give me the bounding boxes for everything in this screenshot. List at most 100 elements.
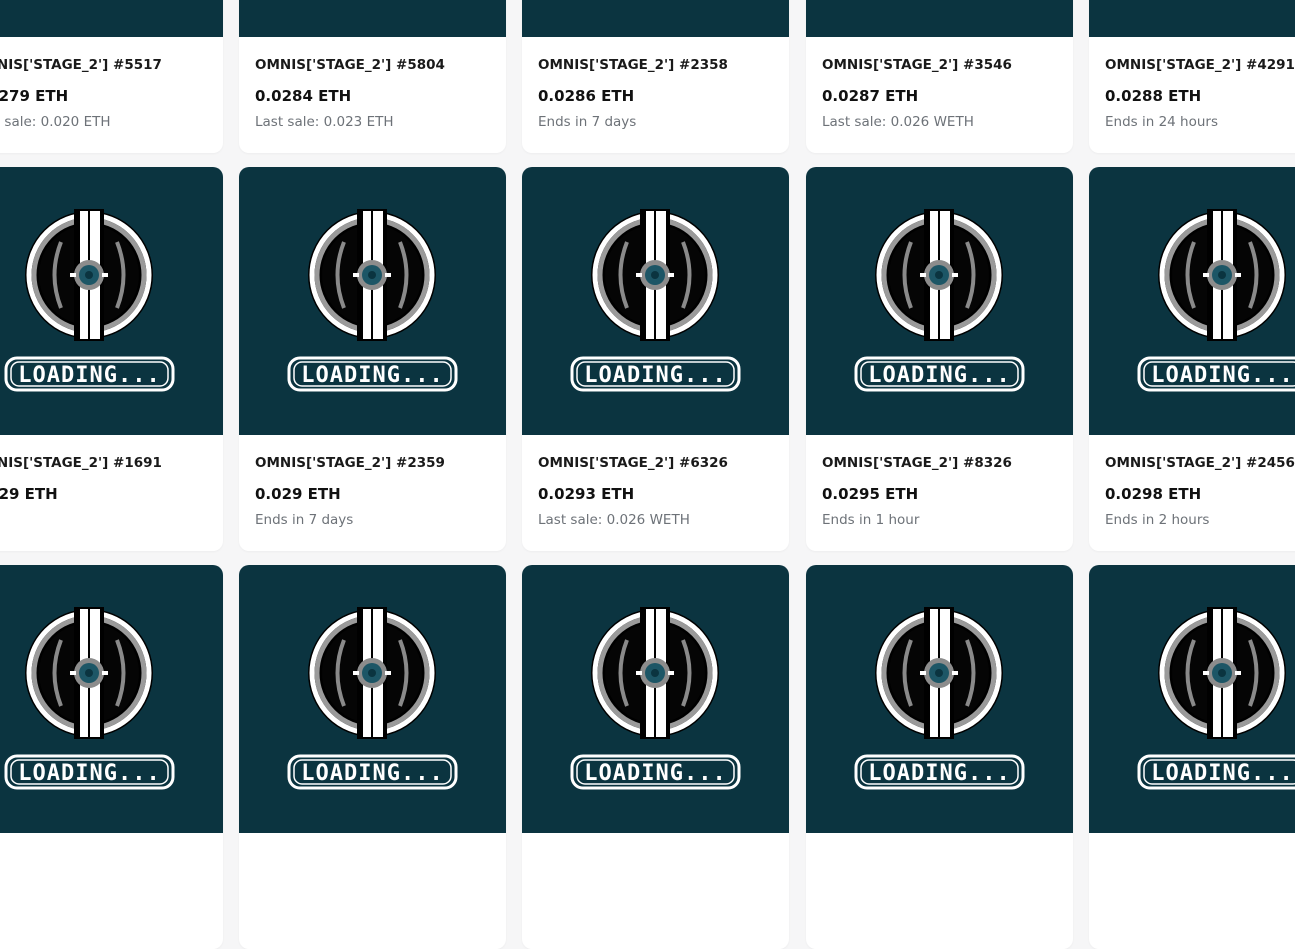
nft-info: OMNIS['STAGE_2'] #4291 0.0288 ETH Ends i… (1089, 37, 1295, 153)
nft-name[interactable]: OMNIS['STAGE_2'] #4291 (1105, 57, 1295, 73)
nft-price: 0.0284 ETH (255, 87, 352, 105)
nft-image: LOADING... (522, 0, 789, 37)
nft-info: OMNIS['STAGE_2'] #8326 0.0295 ETH Ends i… (806, 435, 1073, 551)
nft-card-grid: LOADING... OMNIS['STAGE_2'] #5517 0.0279… (0, 0, 1295, 949)
loading-label: LOADING... (301, 761, 443, 786)
omnis-loading-emblem-icon: LOADING... (854, 209, 1025, 392)
nft-image: LOADING... (1089, 167, 1295, 435)
omnis-loading-emblem-icon: LOADING... (287, 607, 458, 790)
nft-price: 0.0293 ETH (538, 485, 635, 503)
nft-price: 0.0287 ETH (822, 87, 919, 105)
loading-label: LOADING... (1151, 363, 1293, 388)
loading-label: LOADING... (584, 761, 726, 786)
nft-name[interactable]: OMNIS['STAGE_2'] #2359 (255, 455, 500, 471)
nft-status: Last sale: 0.023 ETH (255, 114, 394, 130)
nft-image: LOADING... (1089, 565, 1295, 833)
nft-info (806, 833, 1073, 949)
nft-name[interactable]: OMNIS['STAGE_2'] #6326 (538, 455, 783, 471)
nft-status: Ends in 2 hours (1105, 512, 1210, 528)
nft-image: LOADING... (1089, 0, 1295, 37)
nft-info: OMNIS['STAGE_2'] #6326 0.0293 ETH Last s… (522, 435, 789, 551)
loading-label: LOADING... (868, 363, 1010, 388)
loading-label: LOADING... (301, 363, 443, 388)
nft-info: OMNIS['STAGE_2'] #5517 0.0279 ETH Last s… (0, 37, 223, 153)
nft-card[interactable]: LOADING... OMNIS['STAGE_2'] #5804 0.0284… (239, 0, 506, 153)
nft-name[interactable]: OMNIS['STAGE_2'] #2456 (1105, 455, 1295, 471)
nft-card[interactable]: LOADING... OMNIS['STAGE_2'] #3546 0.0287… (806, 0, 1073, 153)
nft-status: Last sale: 0.026 WETH (822, 114, 974, 130)
nft-info (0, 833, 223, 949)
nft-name[interactable]: OMNIS['STAGE_2'] #1691 (0, 455, 217, 471)
nft-card[interactable]: LOADING... OMNIS['STAGE_2'] #4291 0.0288… (1089, 0, 1295, 153)
nft-price: 0.0288 ETH (1105, 87, 1202, 105)
nft-status: Ends in 7 days (538, 114, 637, 130)
loading-label: LOADING... (18, 363, 160, 388)
omnis-loading-emblem-icon: LOADING... (1137, 607, 1295, 790)
nft-name[interactable]: OMNIS['STAGE_2'] #5804 (255, 57, 500, 73)
nft-price: 0.0295 ETH (822, 485, 919, 503)
nft-card[interactable]: LOADING... OMNIS['STAGE_2'] #2359 0.029 … (239, 167, 506, 551)
nft-card[interactable]: LOADING... OMNIS['STAGE_2'] #5517 0.0279… (0, 0, 223, 153)
nft-info: OMNIS['STAGE_2'] #2358 0.0286 ETH Ends i… (522, 37, 789, 153)
nft-card[interactable]: LOADING... (1089, 565, 1295, 949)
nft-status: Last sale: 0.020 ETH (0, 114, 111, 130)
nft-status: Last sale: 0.026 WETH (538, 512, 690, 528)
loading-label: LOADING... (18, 761, 160, 786)
nft-image: LOADING... (239, 0, 506, 37)
omnis-loading-emblem-icon: LOADING... (0, 0, 223, 37)
nft-card[interactable]: LOADING... OMNIS['STAGE_2'] #8326 0.0295… (806, 167, 1073, 551)
omnis-loading-emblem-icon: LOADING... (4, 209, 175, 392)
nft-info (1089, 833, 1295, 949)
nft-info: OMNIS['STAGE_2'] #1691 0.029 ETH (0, 435, 223, 551)
omnis-loading-emblem-icon: LOADING... (806, 0, 1073, 37)
nft-info (522, 833, 789, 949)
nft-card[interactable]: LOADING... OMNIS['STAGE_2'] #2358 0.0286… (522, 0, 789, 153)
nft-name[interactable]: OMNIS['STAGE_2'] #2358 (538, 57, 783, 73)
nft-image: LOADING... (239, 565, 506, 833)
nft-image: LOADING... (806, 0, 1073, 37)
nft-info: OMNIS['STAGE_2'] #3546 0.0287 ETH Last s… (806, 37, 1073, 153)
omnis-loading-emblem-icon: LOADING... (522, 0, 789, 37)
loading-label: LOADING... (584, 363, 726, 388)
omnis-loading-emblem-icon: LOADING... (1089, 0, 1295, 37)
nft-card[interactable]: LOADING... (522, 565, 789, 949)
nft-card[interactable]: LOADING... OMNIS['STAGE_2'] #6326 0.0293… (522, 167, 789, 551)
nft-image: LOADING... (0, 167, 223, 435)
nft-image: LOADING... (522, 167, 789, 435)
omnis-loading-emblem-icon: LOADING... (570, 607, 741, 790)
omnis-loading-emblem-icon: LOADING... (570, 209, 741, 392)
omnis-loading-emblem-icon: LOADING... (854, 607, 1025, 790)
nft-price: 0.029 ETH (0, 485, 58, 503)
nft-image: LOADING... (239, 167, 506, 435)
nft-card[interactable]: LOADING... OMNIS['STAGE_2'] #2456 0.0298… (1089, 167, 1295, 551)
loading-label: LOADING... (868, 761, 1010, 786)
nft-name[interactable]: OMNIS['STAGE_2'] #3546 (822, 57, 1067, 73)
nft-image: LOADING... (0, 0, 223, 37)
nft-card[interactable]: LOADING... (0, 565, 223, 949)
nft-info: OMNIS['STAGE_2'] #2456 0.0298 ETH Ends i… (1089, 435, 1295, 551)
nft-info: OMNIS['STAGE_2'] #5804 0.0284 ETH Last s… (239, 37, 506, 153)
nft-info: OMNIS['STAGE_2'] #2359 0.029 ETH Ends in… (239, 435, 506, 551)
nft-card[interactable]: LOADING... (806, 565, 1073, 949)
nft-price: 0.029 ETH (255, 485, 341, 503)
nft-status: Ends in 1 hour (822, 512, 920, 528)
nft-price: 0.0286 ETH (538, 87, 635, 105)
nft-info (239, 833, 506, 949)
omnis-loading-emblem-icon: LOADING... (287, 209, 458, 392)
nft-card[interactable]: LOADING... (239, 565, 506, 949)
nft-name[interactable]: OMNIS['STAGE_2'] #5517 (0, 57, 217, 73)
nft-image: LOADING... (806, 565, 1073, 833)
loading-label: LOADING... (1151, 761, 1293, 786)
nft-status: Ends in 24 hours (1105, 114, 1219, 130)
omnis-loading-emblem-icon: LOADING... (1137, 209, 1295, 392)
nft-name[interactable]: OMNIS['STAGE_2'] #8326 (822, 455, 1067, 471)
nft-price: 0.0298 ETH (1105, 485, 1202, 503)
omnis-loading-emblem-icon: LOADING... (4, 607, 175, 790)
nft-image: LOADING... (806, 167, 1073, 435)
nft-price: 0.0279 ETH (0, 87, 69, 105)
nft-card[interactable]: LOADING... OMNIS['STAGE_2'] #1691 0.029 … (0, 167, 223, 551)
omnis-loading-emblem-icon: LOADING... (239, 0, 506, 37)
nft-image: LOADING... (0, 565, 223, 833)
nft-image: LOADING... (522, 565, 789, 833)
nft-status: Ends in 7 days (255, 512, 354, 528)
